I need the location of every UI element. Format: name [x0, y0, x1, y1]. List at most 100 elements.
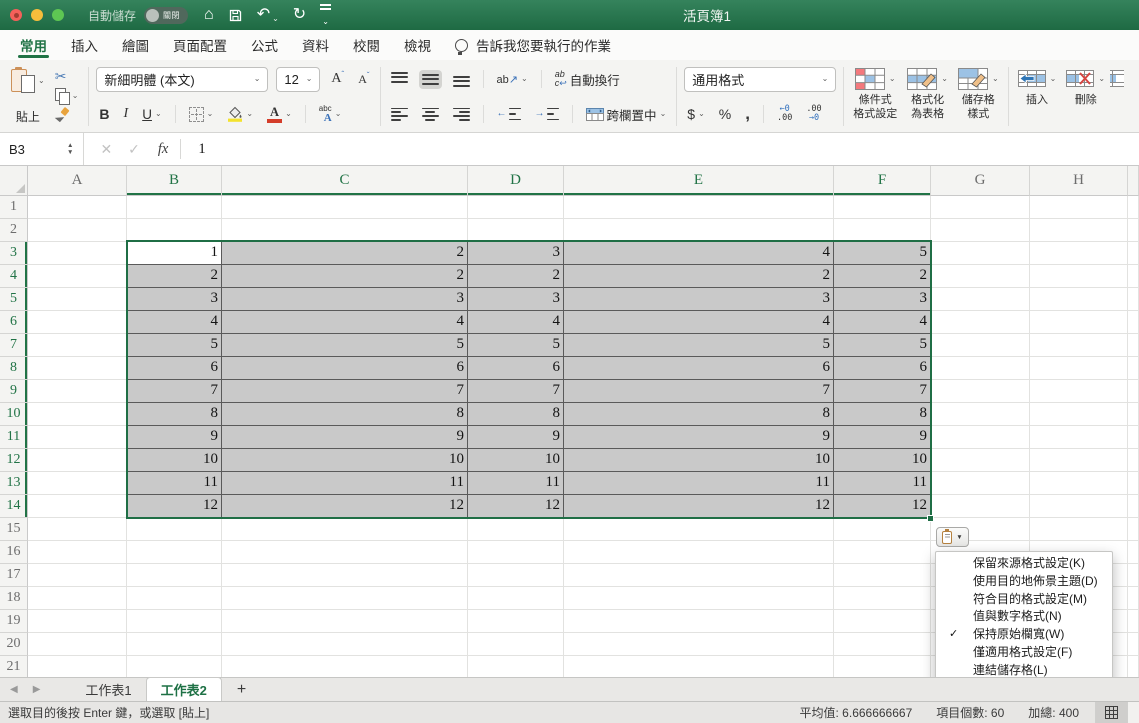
column-header-G[interactable]: G — [931, 166, 1030, 196]
ribbon-tab-4[interactable]: 公式 — [239, 30, 290, 60]
cell-H12[interactable] — [1030, 449, 1128, 472]
currency-format-button[interactable]: $ ⌄ — [684, 104, 708, 124]
cell-F8[interactable]: 6 — [834, 357, 931, 380]
home-button[interactable]: ⌂ — [204, 7, 214, 23]
cell-B18[interactable] — [127, 587, 222, 610]
cell-A19[interactable] — [28, 610, 127, 633]
cut-button[interactable]: ✂ — [52, 67, 82, 85]
cell-G1[interactable] — [931, 196, 1030, 219]
cell-F16[interactable] — [834, 541, 931, 564]
cell-D1[interactable] — [468, 196, 564, 219]
ribbon-tab-0[interactable]: 常用 — [8, 30, 59, 60]
cell-H2[interactable] — [1030, 219, 1128, 242]
cell-A9[interactable] — [28, 380, 127, 403]
cell-H5[interactable] — [1030, 288, 1128, 311]
increase-font-button[interactable]: Aˆ — [328, 70, 347, 88]
row-header-5[interactable]: 5 — [0, 288, 28, 311]
format-painter-button[interactable] — [52, 106, 82, 124]
paste-menu-item-5[interactable]: 僅適用格式設定(F) — [936, 644, 1112, 662]
cell-G9[interactable] — [931, 380, 1030, 403]
paste-menu-item-6[interactable]: 連結儲存格(L) — [936, 662, 1112, 677]
cell-B17[interactable] — [127, 564, 222, 587]
paste-menu-item-1[interactable]: 使用目的地佈景主題(D) — [936, 573, 1112, 591]
confirm-entry-button[interactable]: ✓ — [128, 141, 140, 158]
paste-menu-item-0[interactable]: 保留來源格式設定(K) — [936, 555, 1112, 573]
cell-B21[interactable] — [127, 656, 222, 677]
cell-E16[interactable] — [564, 541, 834, 564]
cell-F6[interactable]: 4 — [834, 311, 931, 334]
orientation-button[interactable]: ab↗ ⌄ — [494, 71, 531, 88]
cell-C7[interactable]: 5 — [222, 334, 468, 357]
ribbon-tab-7[interactable]: 檢視 — [392, 30, 443, 60]
row-header-20[interactable]: 20 — [0, 633, 28, 656]
cell-F18[interactable] — [834, 587, 931, 610]
normal-view-button[interactable] — [1096, 702, 1127, 723]
column-header-A[interactable]: A — [28, 166, 127, 196]
cell-D19[interactable] — [468, 610, 564, 633]
cell-H13[interactable] — [1030, 472, 1128, 495]
column-header-E[interactable]: E — [564, 166, 834, 196]
cell-E4[interactable]: 2 — [564, 265, 834, 288]
comma-format-button[interactable]: , — [742, 105, 753, 122]
cell-H14[interactable] — [1030, 495, 1128, 518]
cell-B1[interactable] — [127, 196, 222, 219]
cell-G8[interactable] — [931, 357, 1030, 380]
cell-H15[interactable] — [1030, 518, 1128, 541]
insert-function-button[interactable]: fx — [158, 141, 168, 158]
cell-F5[interactable]: 3 — [834, 288, 931, 311]
cell-styles-button[interactable]: ⌄ 儲存格 樣式 — [953, 63, 1004, 130]
cell-B19[interactable] — [127, 610, 222, 633]
tell-me-box[interactable]: 告訴我您要執行的作業 — [455, 35, 611, 55]
cell-A1[interactable] — [28, 196, 127, 219]
align-center-button[interactable] — [419, 106, 442, 123]
row-header-10[interactable]: 10 — [0, 403, 28, 426]
row-header-2[interactable]: 2 — [0, 219, 28, 242]
increase-indent-button[interactable]: → — [532, 106, 562, 123]
cell-A18[interactable] — [28, 587, 127, 610]
cell-E2[interactable] — [564, 219, 834, 242]
cell-G7[interactable] — [931, 334, 1030, 357]
cell-A14[interactable] — [28, 495, 127, 518]
cell-B16[interactable] — [127, 541, 222, 564]
sheet-scroll-right-button[interactable]: ▶ — [33, 684, 41, 695]
cell-D10[interactable]: 8 — [468, 403, 564, 426]
cell-A6[interactable] — [28, 311, 127, 334]
cell-E21[interactable] — [564, 656, 834, 677]
paste-options-button[interactable]: ▼ — [936, 527, 969, 547]
cell-E5[interactable]: 3 — [564, 288, 834, 311]
cell-C4[interactable]: 2 — [222, 265, 468, 288]
name-box-stepper[interactable]: ▲ ▼ — [67, 142, 73, 156]
phonetic-guide-button[interactable]: abc A ⌄ — [316, 103, 345, 126]
cell-A12[interactable] — [28, 449, 127, 472]
cell-B5[interactable]: 3 — [127, 288, 222, 311]
cell-C5[interactable]: 3 — [222, 288, 468, 311]
cell-C9[interactable]: 7 — [222, 380, 468, 403]
cell-C11[interactable]: 9 — [222, 426, 468, 449]
undo-button[interactable]: ↶ ⌄ — [257, 7, 279, 23]
borders-button[interactable]: ⌄ — [186, 105, 217, 124]
cell-E1[interactable] — [564, 196, 834, 219]
row-header-13[interactable]: 13 — [0, 472, 28, 495]
cell-D4[interactable]: 2 — [468, 265, 564, 288]
cell-D2[interactable] — [468, 219, 564, 242]
cell-H10[interactable] — [1030, 403, 1128, 426]
cell-F17[interactable] — [834, 564, 931, 587]
cell-B6[interactable]: 4 — [127, 311, 222, 334]
cell-F9[interactable]: 7 — [834, 380, 931, 403]
row-header-8[interactable]: 8 — [0, 357, 28, 380]
row-header-17[interactable]: 17 — [0, 564, 28, 587]
cell-C8[interactable]: 6 — [222, 357, 468, 380]
cell-B14[interactable]: 12 — [127, 495, 222, 518]
cell-D8[interactable]: 6 — [468, 357, 564, 380]
cell-F1[interactable] — [834, 196, 931, 219]
cell-D5[interactable]: 3 — [468, 288, 564, 311]
sheet-scroll-left-button[interactable]: ◀ — [10, 684, 18, 695]
formula-input[interactable]: 1 — [198, 141, 205, 158]
cell-D15[interactable] — [468, 518, 564, 541]
cell-B7[interactable]: 5 — [127, 334, 222, 357]
cell-C13[interactable]: 11 — [222, 472, 468, 495]
cell-E20[interactable] — [564, 633, 834, 656]
toolbar-overflow-button[interactable]: ⌄ — [320, 2, 332, 28]
cell-B10[interactable]: 8 — [127, 403, 222, 426]
cell-G2[interactable] — [931, 219, 1030, 242]
